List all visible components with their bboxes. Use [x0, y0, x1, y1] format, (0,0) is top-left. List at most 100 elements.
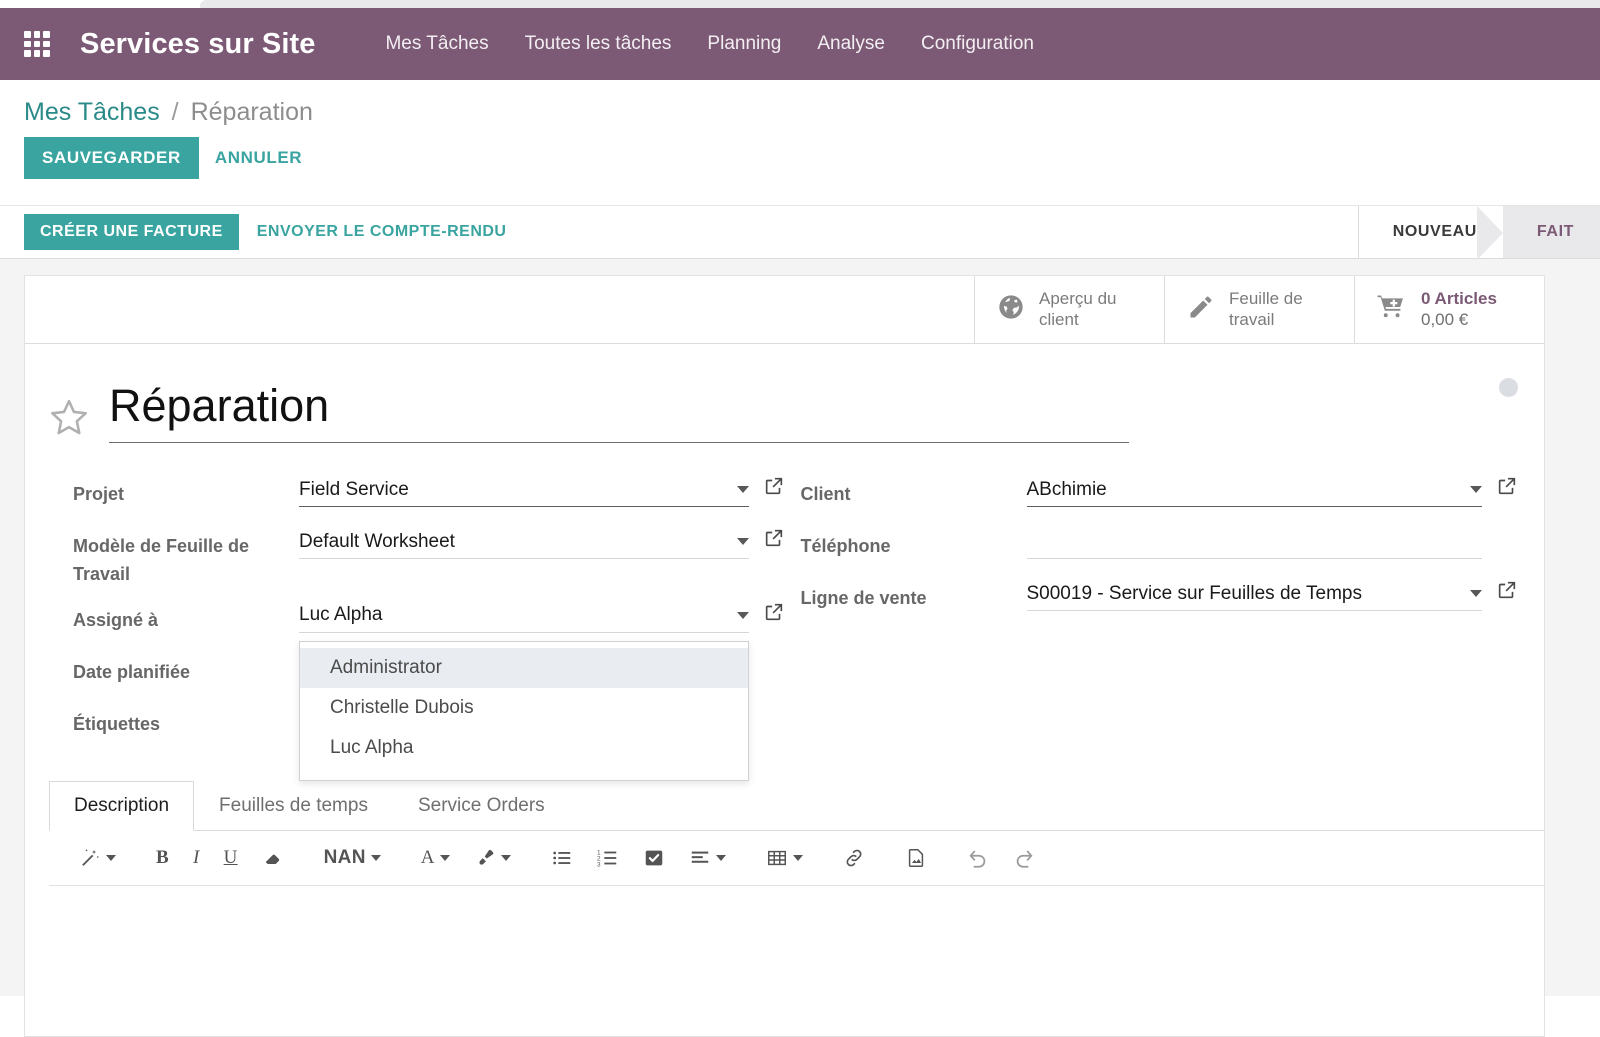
nav-item-analyse[interactable]: Analyse	[817, 33, 885, 55]
stat-button-box: Aperçu du client Feuille de travail	[25, 276, 1544, 344]
ligne-de-vente-input[interactable]: S00019 - Service sur Feuilles de Temps	[1027, 579, 1482, 611]
tab-service-orders[interactable]: Service Orders	[393, 781, 570, 831]
title-field[interactable]: Réparation	[109, 380, 1129, 443]
kanban-state-dot[interactable]	[1499, 378, 1518, 397]
field-label-projet: Projet	[73, 475, 299, 509]
stat-button-materials[interactable]: 0 Articles 0,00 €	[1354, 276, 1544, 343]
form-columns: Projet Field Service Modèle de Feuille d…	[25, 445, 1544, 757]
create-invoice-button[interactable]: CRÉER UNE FACTURE	[24, 214, 239, 250]
checklist-icon[interactable]	[631, 843, 677, 873]
internal-link-icon[interactable]	[763, 601, 785, 628]
breadcrumb-parent-link[interactable]: Mes Tâches	[24, 98, 160, 126]
form-sheet-background: Aperçu du client Feuille de travail	[0, 259, 1600, 996]
nav-item-toutes-les-taches[interactable]: Toutes les tâches	[525, 33, 672, 55]
status-step-fait[interactable]: FAIT	[1503, 206, 1600, 258]
italic-icon[interactable]: I	[181, 843, 212, 873]
form-column-right: Client ABchimie Téléphone	[785, 475, 1545, 757]
stat-line-2: 0,00 €	[1421, 310, 1497, 330]
internal-link-icon[interactable]	[1496, 579, 1518, 606]
status-bar: NOUVEAU FAIT	[1358, 206, 1600, 258]
font-color-icon[interactable]: A	[409, 843, 462, 873]
chevron-down-icon	[716, 855, 726, 861]
stat-line-2: client	[1039, 310, 1079, 329]
background-color-icon[interactable]	[462, 843, 523, 873]
notebook-tabs: Description Feuilles de temps Service Or…	[49, 781, 1544, 831]
chevron-down-icon	[106, 855, 116, 861]
italic-label: I	[193, 847, 200, 869]
discard-button[interactable]: ANNULER	[199, 137, 318, 179]
description-editor[interactable]	[49, 886, 1544, 1036]
page-title[interactable]: Réparation	[109, 380, 1129, 443]
link-icon[interactable]	[831, 843, 877, 873]
redo-icon[interactable]	[1001, 843, 1047, 873]
form-column-left: Projet Field Service Modèle de Feuille d…	[25, 475, 785, 757]
breadcrumb-current: Réparation	[191, 98, 313, 126]
field-ligne-de-vente: Ligne de vente S00019 - Service sur Feui…	[801, 579, 1545, 619]
form-sheet: Aperçu du client Feuille de travail	[24, 275, 1545, 1037]
ligne-de-vente-value: S00019 - Service sur Feuilles de Temps	[1027, 583, 1462, 605]
internal-link-icon[interactable]	[1496, 475, 1518, 502]
nav-item-configuration[interactable]: Configuration	[921, 33, 1034, 55]
bold-label: B	[156, 847, 169, 869]
apps-grid-icon[interactable]	[24, 31, 50, 57]
svg-text:3: 3	[597, 861, 601, 868]
app-brand-title[interactable]: Services sur Site	[80, 28, 315, 61]
unordered-list-icon[interactable]	[539, 843, 585, 873]
field-modele-feuille-travail: Modèle de Feuille de Travail Default Wor…	[73, 527, 785, 589]
stat-button-worksheet[interactable]: Feuille de travail	[1164, 276, 1354, 343]
chevron-down-icon[interactable]	[737, 538, 749, 545]
projet-input[interactable]: Field Service	[299, 475, 749, 507]
breadcrumb-separator: /	[172, 98, 179, 126]
nav-item-mes-taches[interactable]: Mes Tâches	[385, 33, 488, 55]
dropdown-item-administrator[interactable]: Administrator	[300, 648, 748, 688]
breadcrumb: Mes Tâches / Réparation	[0, 80, 1600, 127]
underline-icon[interactable]: U	[212, 843, 250, 873]
image-icon[interactable]	[893, 843, 939, 873]
star-outline-icon[interactable]	[47, 396, 91, 445]
font-size-label: NAN	[324, 847, 366, 869]
undo-icon[interactable]	[955, 843, 1001, 873]
chevron-down-icon[interactable]	[737, 612, 749, 619]
client-input[interactable]: ABchimie	[1027, 475, 1482, 507]
tab-description[interactable]: Description	[49, 781, 194, 831]
field-value-projet: Field Service	[299, 475, 749, 507]
magic-wand-icon[interactable]	[67, 843, 128, 873]
chevron-down-icon[interactable]	[1470, 590, 1482, 597]
ordered-list-icon[interactable]: 1 2 3	[585, 843, 631, 873]
dropdown-item-christelle-dubois[interactable]: Christelle Dubois	[300, 688, 748, 728]
nav-item-planning[interactable]: Planning	[707, 33, 781, 55]
record-title-row: Réparation	[25, 344, 1544, 445]
internal-link-icon[interactable]	[763, 475, 785, 502]
eraser-icon[interactable]	[250, 843, 296, 873]
save-button[interactable]: SAUVEGARDER	[24, 137, 199, 179]
chevron-down-icon[interactable]	[1470, 486, 1482, 493]
font-color-label: A	[421, 847, 435, 869]
modele-feuille-travail-input[interactable]: Default Worksheet	[299, 527, 749, 559]
navbar-menu: Mes Tâches Toutes les tâches Planning An…	[385, 33, 1034, 55]
stat-button-label: Feuille de travail	[1229, 289, 1303, 330]
app-navbar: Services sur Site Mes Tâches Toutes les …	[0, 8, 1600, 80]
stat-button-customer-preview[interactable]: Aperçu du client	[974, 276, 1164, 343]
client-value: ABchimie	[1027, 479, 1462, 501]
globe-icon	[997, 293, 1025, 326]
send-report-button[interactable]: ENVOYER LE COMPTE-RENDU	[239, 214, 525, 250]
telephone-input[interactable]	[1027, 527, 1482, 559]
browser-chrome-sliver	[0, 0, 1600, 8]
tab-feuilles-de-temps[interactable]: Feuilles de temps	[194, 781, 393, 831]
field-projet: Projet Field Service	[73, 475, 785, 515]
dropdown-item-luc-alpha[interactable]: Luc Alpha	[300, 728, 748, 768]
align-left-icon[interactable]	[677, 843, 738, 873]
chevron-down-icon[interactable]	[737, 486, 749, 493]
internal-link-icon[interactable]	[763, 527, 785, 554]
assigne-a-value: Luc Alpha	[299, 604, 729, 626]
bold-icon[interactable]: B	[144, 843, 181, 873]
field-label-client: Client	[801, 475, 1027, 509]
field-assigne-a: Assigné à Luc Alpha Administrator Christ…	[73, 601, 785, 641]
assigne-a-input[interactable]: Luc Alpha	[299, 601, 749, 633]
action-status-bar: CRÉER UNE FACTURE ENVOYER LE COMPTE-REND…	[0, 205, 1600, 259]
field-value-ligne-de-vente: S00019 - Service sur Feuilles de Temps	[1027, 579, 1482, 611]
table-icon[interactable]	[754, 843, 815, 873]
cart-plus-icon	[1377, 293, 1407, 326]
underline-label: U	[224, 847, 238, 869]
font-size-icon[interactable]: NAN	[312, 843, 393, 873]
